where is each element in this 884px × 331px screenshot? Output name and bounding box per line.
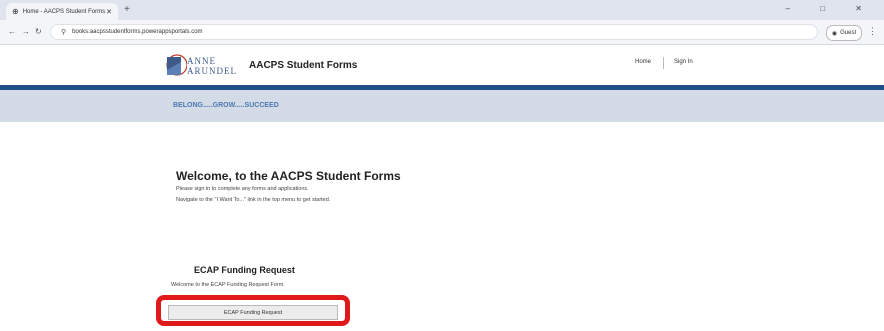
- logo-emblem-icon: [166, 54, 187, 76]
- logo-text-line1: ANNE: [187, 56, 216, 66]
- slogan-text: BELONG.....GROW.....SUCCEED: [173, 102, 279, 109]
- profile-icon: ◉: [831, 30, 838, 37]
- site-info-icon[interactable]: ⚲: [61, 28, 66, 36]
- profile-label: Guest: [840, 30, 857, 36]
- globe-icon: ⊕: [12, 7, 19, 16]
- browser-tab-title: Home - AACPS Student Forms: [22, 8, 106, 15]
- browser-tab-bar: ⊕ Home - AACPS Student Forms ✕ + – □ ✕: [0, 0, 884, 20]
- intro-text-line1: Please sign in to complete any forms and…: [176, 186, 309, 192]
- profile-button[interactable]: ◉ Guest: [826, 25, 862, 41]
- window-controls[interactable]: – □ ✕: [786, 4, 876, 13]
- address-bar-area: ← → ↻ ⚲ books.aacpsstudentforms.powerapp…: [0, 20, 884, 45]
- logo-text-line2: ARUNDEL: [187, 66, 237, 76]
- site-header: [0, 45, 884, 84]
- browser-menu-icon[interactable]: ⋮: [868, 26, 877, 37]
- nav-home-link[interactable]: Home: [635, 59, 651, 65]
- site-title[interactable]: AACPS Student Forms: [249, 60, 357, 71]
- url-input[interactable]: ⚲ books.aacpsstudentforms.powerappsporta…: [50, 24, 818, 40]
- back-icon[interactable]: ←: [8, 27, 16, 36]
- nav-divider: [663, 57, 664, 69]
- close-tab-icon[interactable]: ✕: [106, 8, 112, 16]
- url-text: books.aacpsstudentforms.powerappsportals…: [72, 29, 203, 35]
- aacps-logo[interactable]: ANNE ARUNDEL: [165, 52, 241, 80]
- page-title: Welcome, to the AACPS Student Forms: [176, 169, 401, 183]
- slogan-banner: [0, 90, 884, 122]
- browser-tab[interactable]: ⊕ Home - AACPS Student Forms ✕: [6, 3, 118, 20]
- ecap-funding-request-button[interactable]: ECAP Funding Request: [168, 305, 338, 320]
- new-tab-button[interactable]: +: [124, 4, 130, 15]
- reload-icon[interactable]: ↻: [35, 27, 42, 36]
- ecap-section-title: ECAP Funding Request: [194, 265, 295, 275]
- intro-text-line2: Navigate to the "I Want To..." link in t…: [176, 197, 331, 203]
- ecap-section-subtitle: Welcome to the ECAP Funding Request Form…: [171, 282, 285, 288]
- nav-sign-in-link[interactable]: Sign In: [674, 59, 693, 65]
- forward-icon[interactable]: →: [22, 27, 30, 36]
